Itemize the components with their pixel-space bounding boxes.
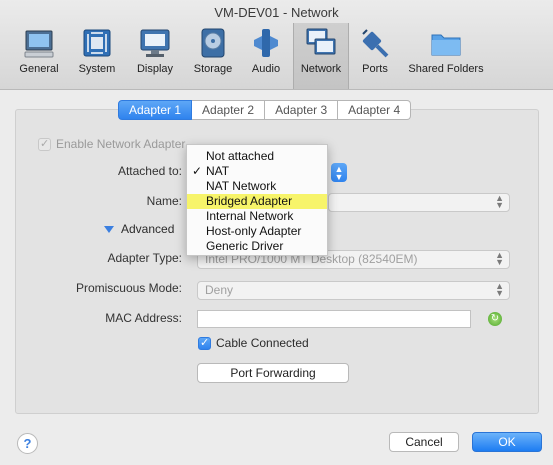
advanced-label[interactable]: Advanced	[121, 222, 174, 236]
menu-item-label: Host-only Adapter	[206, 224, 302, 238]
menu-item-label: Bridged Adapter	[206, 194, 293, 208]
network-settings-window: VM-DEV01 - Network General System Displa…	[0, 0, 553, 465]
attached-to-popup-button[interactable]: ▲ ▼	[331, 163, 347, 182]
tab-adapter-2[interactable]: Adapter 2	[192, 100, 266, 120]
toolbar-display-label: Display	[136, 63, 174, 75]
menu-item-label: Not attached	[206, 149, 275, 163]
menu-item-not-attached[interactable]: Not attached	[187, 149, 327, 164]
enable-adapter-checkbox[interactable]: ✓	[38, 138, 51, 151]
audio-speaker-icon	[254, 29, 278, 57]
network-icon	[306, 28, 336, 55]
ports-plug-icon	[362, 29, 389, 58]
disclosure-triangle-icon[interactable]	[104, 226, 114, 233]
cable-connected-checkbox[interactable]: ✓	[198, 337, 211, 350]
menu-item-generic-driver[interactable]: Generic Driver	[187, 239, 327, 254]
toolbar-audio-label: Audio	[251, 63, 281, 75]
toolbar-ports-label: Ports	[362, 63, 388, 75]
toolbar-network-label: Network	[300, 63, 342, 75]
checkmark-icon: ✓	[192, 164, 203, 178]
toolbar-shared-folders[interactable]: Shared Folders	[404, 23, 488, 89]
cancel-button[interactable]: Cancel	[389, 432, 459, 452]
display-monitor-icon	[140, 29, 170, 57]
name-label: Name:	[146, 194, 182, 208]
menu-item-label: NAT	[206, 164, 230, 178]
cable-connected-label: Cable Connected	[216, 336, 309, 350]
toolbar-general[interactable]: General	[14, 23, 64, 89]
toolbar-general-label: General	[19, 63, 59, 75]
menu-item-label: Generic Driver	[206, 239, 284, 253]
attached-to-dropdown-menu: Not attached ✓ NAT NAT Network Bridged Ad…	[186, 144, 328, 256]
preferences-toolbar: VM-DEV01 - Network General System Displa…	[0, 0, 553, 90]
storage-disk-icon	[201, 28, 225, 58]
adapter-tabs: Adapter 1 Adapter 2 Adapter 3 Adapter 4	[118, 100, 412, 120]
menu-item-label: Internal Network	[206, 209, 294, 223]
toolbar-audio[interactable]: Audio	[244, 23, 288, 89]
system-chip-icon	[83, 29, 111, 57]
general-icon	[24, 30, 54, 58]
toolbar-display[interactable]: Display	[130, 23, 180, 89]
menu-item-bridged-adapter[interactable]: Bridged Adapter	[187, 194, 327, 209]
chevron-updown-icon: ▲ ▼	[495, 193, 504, 210]
toolbar-shared-folders-label: Shared Folders	[408, 63, 484, 75]
promiscuous-mode-label: Promiscuous Mode:	[75, 281, 182, 295]
attached-to-label: Attached to:	[117, 164, 182, 178]
menu-item-label: NAT Network	[206, 179, 277, 193]
enable-adapter-label: Enable Network Adapter	[56, 137, 186, 151]
refresh-mac-icon[interactable]: ↻	[488, 312, 502, 326]
toolbar-ports[interactable]: Ports	[354, 23, 396, 89]
shared-folder-icon	[431, 34, 461, 56]
ok-button[interactable]: OK	[472, 432, 542, 452]
mac-address-field[interactable]	[197, 310, 471, 328]
toolbar-network[interactable]: Network	[293, 23, 349, 89]
chevron-updown-icon: ▲ ▼	[495, 250, 504, 267]
toolbar-storage[interactable]: Storage	[188, 23, 238, 89]
toolbar-system-label: System	[78, 63, 116, 75]
promiscuous-mode-select[interactable]: Deny ▲ ▼	[197, 281, 510, 300]
name-combobox[interactable]: ▲ ▼	[328, 193, 510, 212]
window-title: VM-DEV01 - Network	[214, 5, 339, 20]
promiscuous-mode-value: Deny	[205, 283, 234, 297]
menu-item-host-only-adapter[interactable]: Host-only Adapter	[187, 224, 327, 239]
tab-adapter-1[interactable]: Adapter 1	[118, 100, 193, 120]
port-forwarding-button[interactable]: Port Forwarding	[197, 363, 349, 383]
help-button[interactable]: ?	[17, 433, 38, 454]
toolbar-system[interactable]: System	[72, 23, 122, 89]
menu-item-nat[interactable]: ✓ NAT	[187, 164, 327, 179]
tab-adapter-4[interactable]: Adapter 4	[338, 100, 412, 120]
adapter-type-label: Adapter Type:	[107, 251, 183, 265]
menu-item-nat-network[interactable]: NAT Network	[187, 179, 327, 194]
menu-item-internal-network[interactable]: Internal Network	[187, 209, 327, 224]
checkmark-icon: ✓	[40, 138, 50, 150]
chevron-updown-icon: ▲ ▼	[495, 281, 504, 298]
checkmark-icon: ✓	[200, 337, 210, 349]
tab-adapter-3[interactable]: Adapter 3	[265, 100, 339, 120]
mac-address-label: MAC Address:	[105, 311, 182, 325]
toolbar-storage-label: Storage	[193, 63, 233, 75]
